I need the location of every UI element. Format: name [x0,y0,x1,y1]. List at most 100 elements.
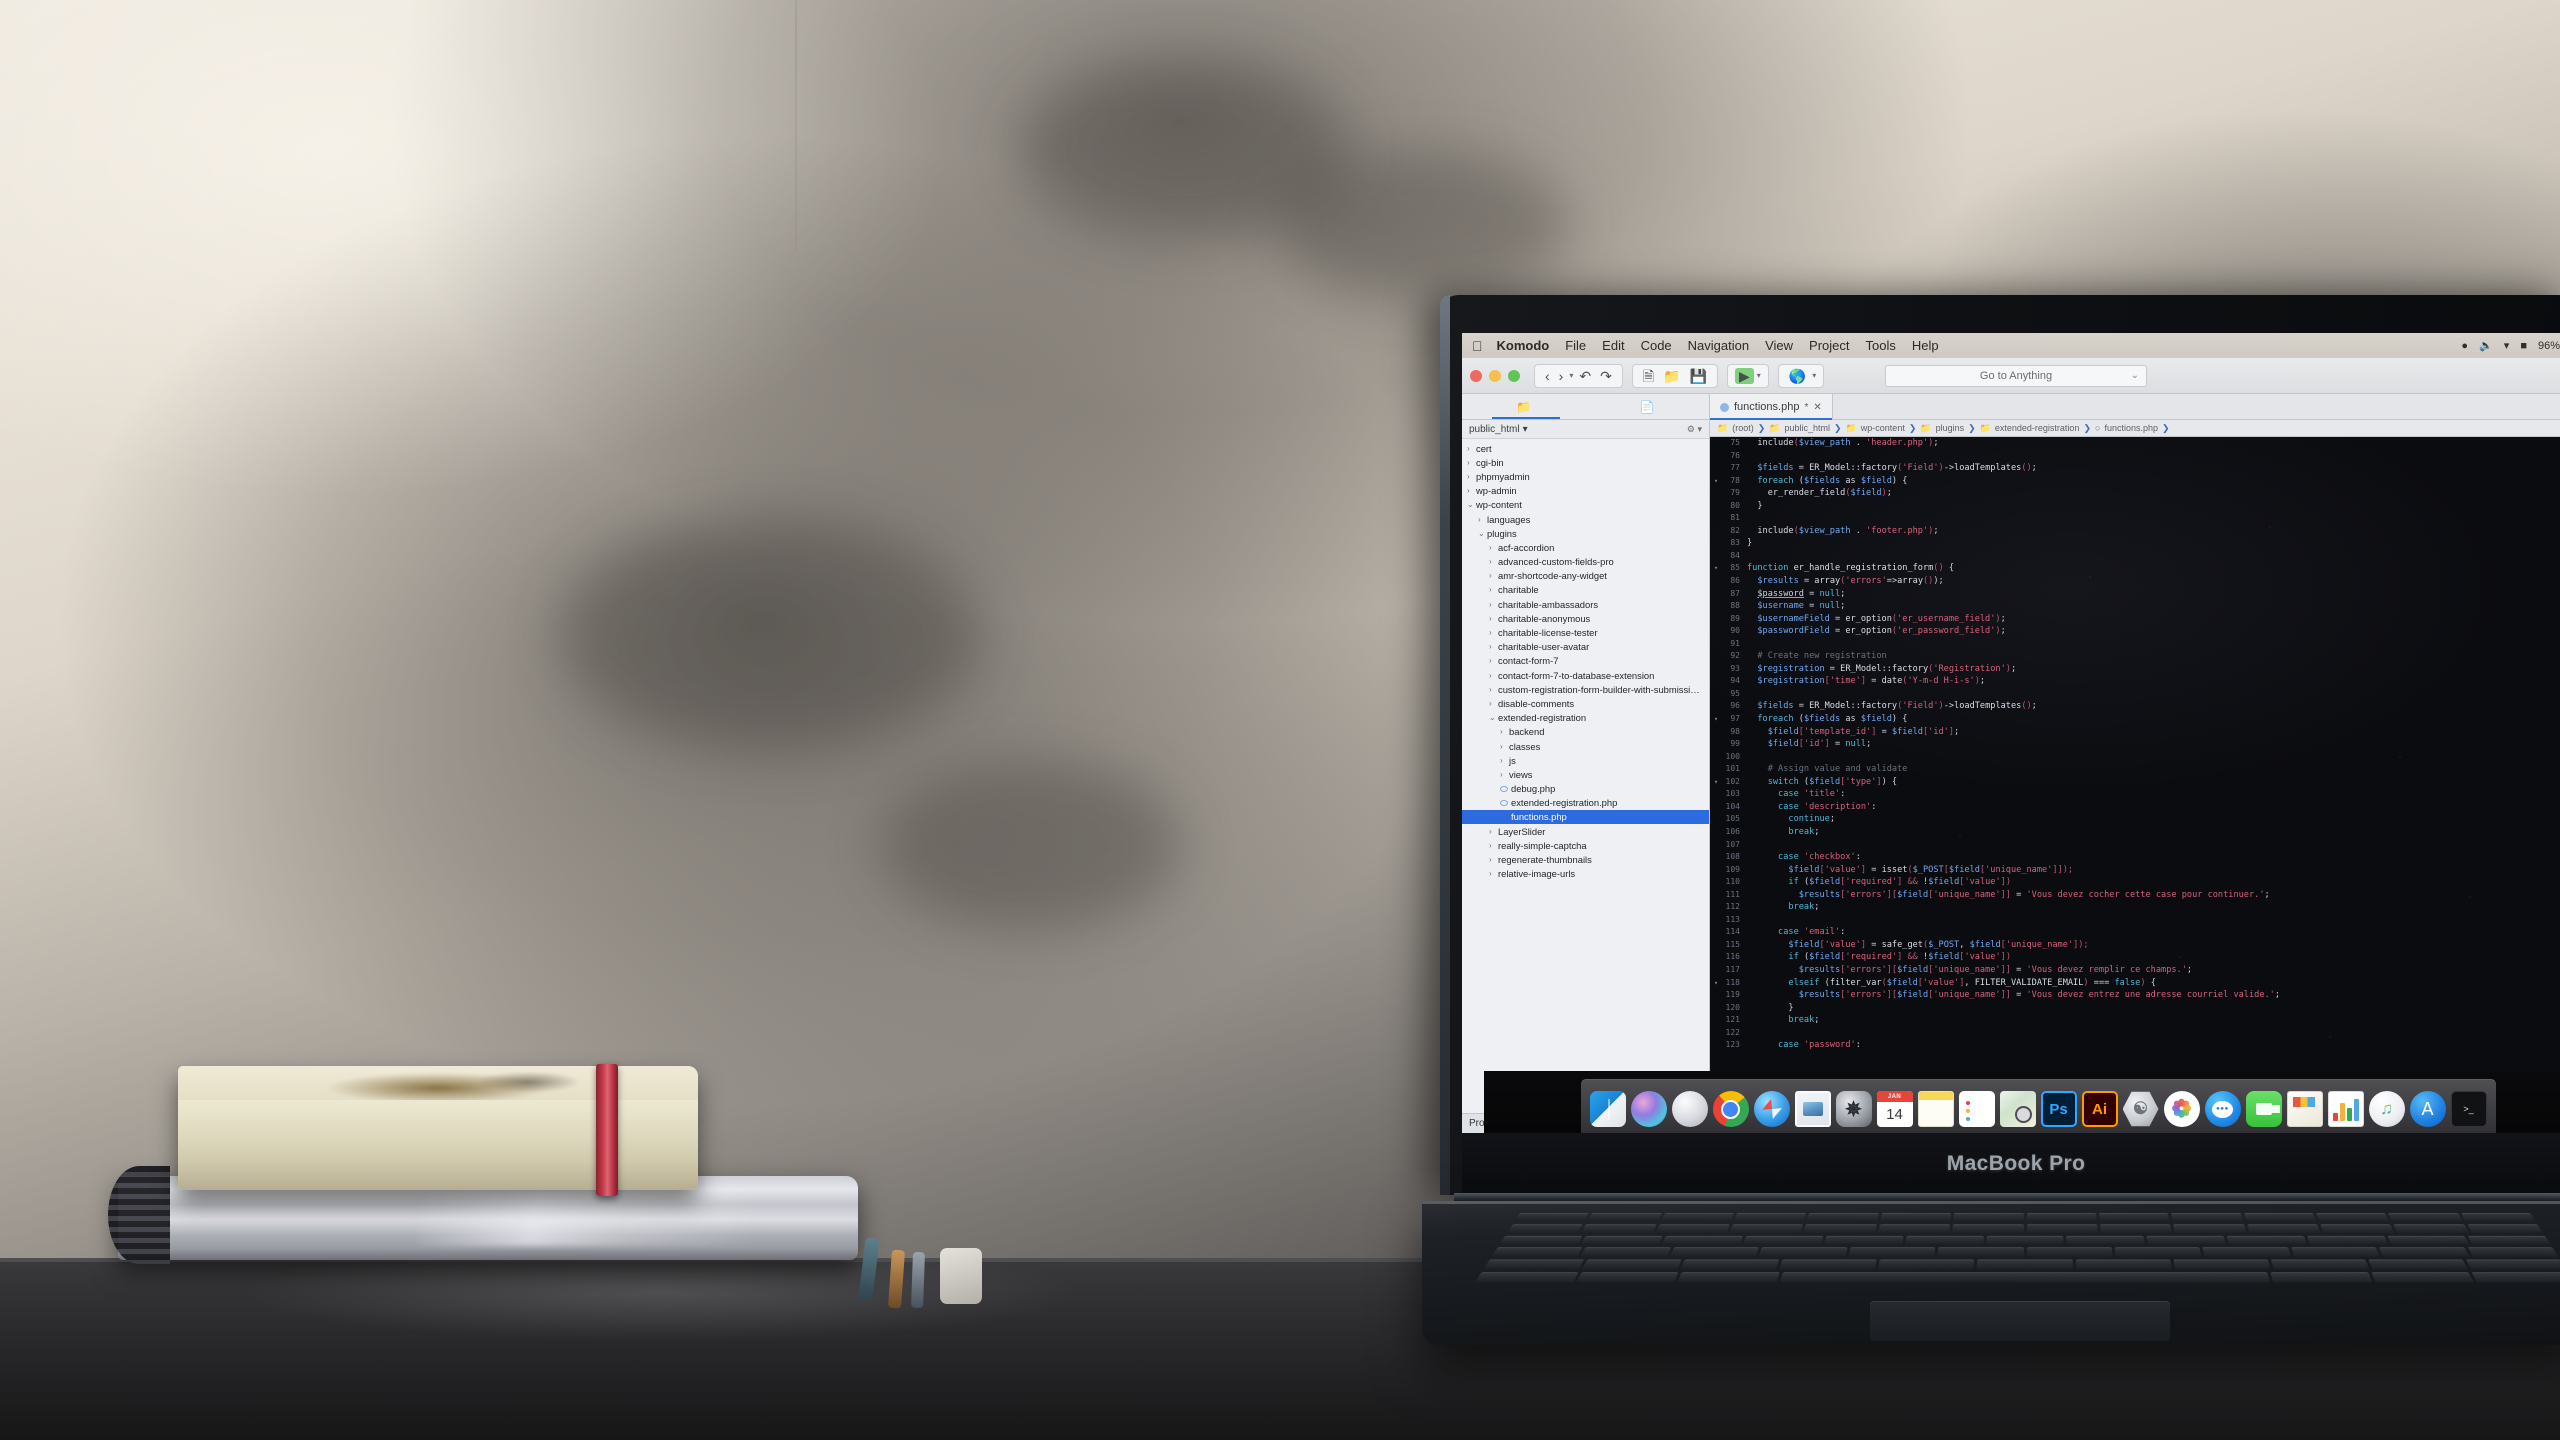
chevron-right-icon[interactable]: › [1467,486,1476,495]
chevron-right-icon[interactable]: › [1489,841,1498,850]
code-line[interactable]: 116 if ($field['required'] && !$field['v… [1710,951,2560,964]
run-chevron-down-icon[interactable]: ▾ [1757,371,1761,380]
forward-icon[interactable]: › [1556,369,1567,383]
code-line[interactable]: 122 [1710,1027,2560,1040]
code-line[interactable]: ▾ 85 function er_handle_registration_form(… [1710,562,2560,575]
menu-tools[interactable]: Tools [1866,338,1896,353]
code-line[interactable]: 89 $usernameField = er_option('er_userna… [1710,613,2560,626]
keyboard-key[interactable] [1576,1272,1679,1283]
code-line[interactable]: 90 $passwordField = er_option('er_passwo… [1710,625,2560,638]
keyboard-key[interactable] [2393,1224,2469,1234]
code-line[interactable]: 123 case 'password': [1710,1039,2560,1052]
keyboard-key[interactable] [2471,1272,2560,1283]
chevron-right-icon[interactable]: › [1489,827,1498,836]
keyboard-key[interactable] [1669,1247,1759,1258]
breadcrumb-item[interactable]: plugins [1936,423,1965,433]
dock-item-calendar[interactable]: JAN 14 [1876,1091,1913,1127]
tree-item-charitable-user-avatar[interactable]: › charitable-user-avatar [1462,640,1709,654]
tree-item-classes[interactable]: › classes [1462,739,1709,753]
chevron-right-icon[interactable]: › [1489,628,1498,637]
keyboard-key[interactable] [1506,1224,1584,1234]
sidebar-root-chevron-down-icon[interactable]: ▾ [1523,424,1528,435]
code-line[interactable]: 111 $results['errors'][$field['unique_na… [1710,889,2560,902]
chevron-right-icon[interactable]: › [1489,642,1498,651]
keyboard-key[interactable] [1977,1259,2073,1270]
code-line[interactable]: 109 $field['value'] = isset($_POST[$fiel… [1710,864,2560,877]
chevron-right-icon[interactable]: › [1489,543,1498,552]
chevron-right-icon[interactable]: › [1500,756,1509,765]
undo-icon[interactable]: ↶ [1576,369,1594,383]
dock-item-finder[interactable] [1589,1091,1626,1127]
tab-functions-php[interactable]: functions.php * ✕ [1710,394,1833,420]
code-line[interactable]: 83} [1710,537,2560,550]
gear-icon[interactable]: ⚙ ▾ [1687,424,1702,435]
keyboard-key[interactable] [1491,1247,1583,1258]
go-to-anything-input[interactable]: Go to Anything ⌄ [1885,364,2147,387]
breadcrumb-item[interactable]: wp-content [1861,423,1905,433]
dock-item-mail[interactable] [1794,1091,1831,1127]
close-button[interactable] [1470,369,1482,382]
open-files-icon[interactable]: 📄 [1640,400,1655,414]
dock-item-komodo[interactable] [2122,1091,2159,1127]
keyboard-key[interactable] [1729,1224,1804,1234]
keyboard-key[interactable] [2315,1213,2390,1222]
menu-edit[interactable]: Edit [1602,338,1624,353]
keyboard-key[interactable] [1587,1213,1662,1222]
chevron-right-icon[interactable]: › [1489,685,1498,694]
keyboard-key[interactable] [1580,1235,1663,1246]
volume-icon[interactable]: 🔈 [2479,339,2493,352]
keyboard-key[interactable] [2066,1235,2146,1246]
keyboard-key[interactable] [1580,1247,1671,1258]
code-line[interactable]: 98 $field['template_id'] = $field['id']; [1710,726,2560,739]
run-icon[interactable]: ▶ [1734,367,1754,384]
keyboard-key[interactable] [1677,1272,1780,1283]
tree-item-disable-comments[interactable]: › disable-comments [1462,696,1709,710]
tree-item-backend[interactable]: › backend [1462,725,1709,739]
breadcrumb-item[interactable]: public_html [1785,423,1831,433]
keyboard-key[interactable] [2026,1213,2097,1222]
fold-toggle-icon[interactable]: ▾ [1710,977,1722,990]
keyboard-key[interactable] [1661,1235,1743,1246]
code-line[interactable]: 114 case 'email': [1710,926,2560,939]
code-line[interactable]: 77 $fields = ER_Model::factory('Field')-… [1710,462,2560,475]
keyboard-key[interactable] [2246,1224,2321,1234]
places-icon[interactable]: 📁 [1516,400,1531,414]
keyboard-key[interactable] [2388,1213,2463,1222]
dock-item-launchpad[interactable] [1671,1091,1708,1127]
tree-item-contact-form-7[interactable]: › contact-form-7 [1462,654,1709,668]
tree-item-wp-admin[interactable]: › wp-admin [1462,484,1709,498]
tree-item-extended-registration[interactable]: ⌄ extended-registration [1462,711,1709,725]
keyboard-key[interactable] [1483,1259,1585,1270]
breadcrumb-item[interactable]: functions.php [2104,423,2158,433]
tree-item-extended-registration-php[interactable]: extended-registration.php [1462,796,1709,810]
keyboard-key[interactable] [1904,1235,1984,1246]
code-line[interactable]: 105 continue; [1710,813,2560,826]
redo-icon[interactable]: ↷ [1597,369,1615,383]
dropbox-icon[interactable]: ● [2461,340,2468,352]
code-line[interactable]: 103 case 'title': [1710,788,2560,801]
keyboard-key[interactable] [2371,1272,2474,1283]
new-file-icon[interactable]: 🗎 [1640,369,1657,383]
keyboard-key[interactable] [2320,1224,2395,1234]
trackpad[interactable] [1870,1301,2170,1341]
chevron-right-icon[interactable]: › [1489,855,1498,864]
dock-item-facetime[interactable] [2245,1091,2282,1127]
tree-item-custom-registration-form-builder-with-submissi-[interactable]: › custom-registration-form-builder-with-s… [1462,682,1709,696]
keyboard-key[interactable] [1953,1213,2024,1222]
keyboard-key[interactable] [2270,1259,2370,1270]
code-line[interactable]: 82 include($view_path . 'footer.php'); [1710,525,2560,538]
keyboard-key[interactable] [2114,1247,2202,1258]
dock-item-chrome[interactable] [1712,1091,1749,1127]
keyboard-key[interactable] [1803,1224,1877,1234]
battery-icon[interactable]: ■ [2520,340,2527,352]
dock-item-safari[interactable] [1753,1091,1790,1127]
tree-item-really-simple-captcha[interactable]: › really-simple-captcha [1462,838,1709,852]
breadcrumb-item[interactable]: (root) [1732,423,1754,433]
fold-toggle-icon[interactable]: ▾ [1710,562,1722,575]
code-line[interactable]: 117 $results['errors'][$field['unique_na… [1710,964,2560,977]
chevron-down-icon[interactable]: ⌄ [1478,529,1487,538]
tree-item-phpmyadmin[interactable]: › phpmyadmin [1462,469,1709,483]
chevron-right-icon[interactable]: › [1489,571,1498,580]
code-line[interactable]: ▾ 118 elseif (filter_var($field['value'],… [1710,977,2560,990]
keyboard-key[interactable] [2307,1235,2389,1246]
